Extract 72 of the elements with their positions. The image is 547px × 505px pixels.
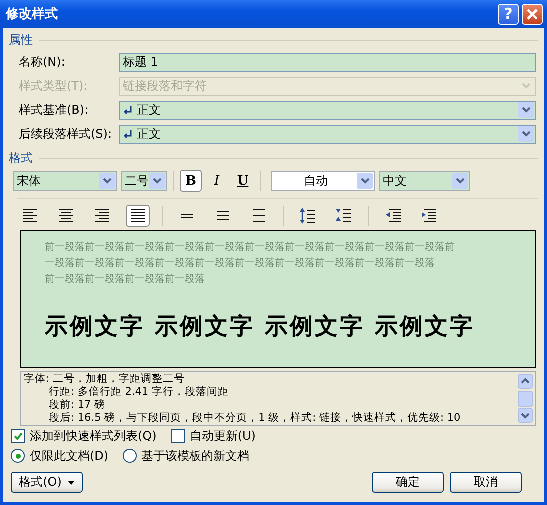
checkbox[interactable]: [11, 429, 25, 443]
dropdown-button[interactable]: [149, 173, 165, 189]
menu-button[interactable]: 格式(O): [11, 472, 83, 493]
align-right-icon: [95, 209, 109, 223]
section-heading: 属性: [9, 32, 33, 48]
underline-button[interactable]: U: [232, 170, 254, 192]
line-spacing-icon: [217, 211, 229, 221]
close-icon: [527, 8, 538, 20]
section-heading: 格式: [9, 150, 33, 166]
dropdown-field[interactable]: 中文: [379, 171, 470, 191]
spacing-icon: [336, 209, 352, 223]
chevron-down-icon: [522, 83, 530, 89]
help-button[interactable]: ?: [498, 4, 519, 24]
window-title: 修改样式: [6, 6, 59, 23]
scroll-down-icon[interactable]: [518, 408, 533, 423]
dropdown-field[interactable]: 正文: [119, 124, 536, 144]
field-label: 样式基准(B):: [18, 102, 90, 118]
dropdown-button[interactable]: [99, 173, 115, 189]
line-spacing-icon: [253, 209, 265, 223]
preview-text: 前一段落前一段落前一段落前一段落: [45, 272, 206, 287]
indent-decrease-icon: [386, 209, 400, 223]
dropdown-field[interactable]: 宋体: [13, 171, 117, 191]
field-label: 样式类型(T):: [18, 78, 89, 94]
description-text: 段前: 17 磅: [48, 399, 107, 412]
italic-button[interactable]: I: [206, 170, 228, 192]
checkbox[interactable]: [170, 429, 185, 443]
indent-increase-icon: [422, 209, 436, 223]
dropdown-field[interactable]: 自动: [271, 171, 375, 191]
line-spacing-icon: [181, 214, 193, 218]
option-label: 自动更新(U): [190, 428, 256, 444]
justify-icon: [131, 209, 145, 223]
dropdown-button[interactable]: [452, 173, 468, 189]
bold-button[interactable]: B: [180, 170, 202, 192]
paragraph-return-icon: [123, 105, 133, 115]
preview-text: 前一段落前一段落前一段落前一段落前一段落前一段落前一段落前一段落前一段落前一段落前: [45, 240, 456, 255]
dropdown-button[interactable]: [518, 126, 534, 142]
chevron-down-icon: [102, 178, 112, 184]
radio-button[interactable]: [11, 449, 25, 463]
description-text: 段后: 16.5 磅，与下段同页，段中不分页，1 级，样式: 链接，快速样式，优先级: 10: [48, 412, 462, 425]
sample-text: 示例文字 示例文字 示例文字 示例文字: [45, 313, 476, 342]
chevron-down-icon: [456, 178, 464, 184]
option-label: 仅限此文档(D): [30, 448, 109, 464]
dropdown-button[interactable]: [357, 173, 373, 189]
dropdown-field: 链接段落和字符: [119, 76, 536, 96]
option-label: 添加到快速样式列表(Q): [30, 428, 157, 444]
align-center-icon: [59, 209, 73, 223]
field-label: 名称(N):: [18, 54, 66, 70]
dropdown-field[interactable]: 二号: [121, 171, 167, 191]
description-text: 字体: 二号，加粗，字距调整二号: [24, 373, 186, 386]
chevron-down-icon: [522, 131, 530, 137]
close-button[interactable]: [522, 4, 543, 24]
option-label: 基于该模板的新文档: [142, 448, 250, 464]
chevron-down-icon: [522, 107, 530, 113]
preview-text: 一段落前一段落前一段落前一段落前一段落前一段落前一段落前一段落前一段落前一段落: [45, 256, 436, 271]
scrollbar[interactable]: [516, 372, 535, 425]
justify-button[interactable]: [126, 205, 150, 227]
dropdown-button[interactable]: [518, 102, 534, 118]
dialog-button[interactable]: 确定: [372, 472, 444, 493]
align-left-icon: [23, 209, 37, 223]
dropdown-field[interactable]: 正文: [119, 100, 536, 120]
description-text: 行距: 多倍行距 2.41 字行，段落间距: [48, 386, 230, 399]
field-label: 后续段落样式(S):: [18, 126, 114, 142]
caret-icon: [68, 480, 75, 484]
spacing-icon: [300, 208, 316, 224]
dialog-button[interactable]: 取消: [450, 472, 522, 493]
scroll-up-icon[interactable]: [518, 374, 533, 389]
paragraph-return-icon: [123, 129, 133, 139]
chevron-down-icon: [360, 178, 370, 184]
input-field[interactable]: 标题 1: [119, 52, 536, 72]
chevron-down-icon: [152, 178, 162, 184]
scroll-thumb[interactable]: [518, 390, 533, 406]
radio-button[interactable]: [122, 449, 137, 463]
